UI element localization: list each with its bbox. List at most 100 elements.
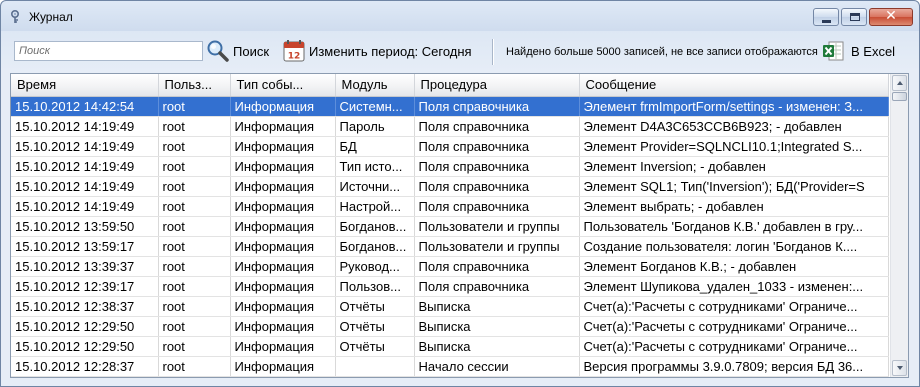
cell-user: root — [158, 276, 231, 297]
cell-type: Информация — [230, 276, 336, 297]
cell-message: Элемент выбрать; - добавлен — [579, 196, 889, 217]
search-input[interactable] — [14, 41, 203, 61]
table-row[interactable]: 15.10.2012 14:42:54 root Информация Сист… — [11, 96, 889, 117]
cell-module: Настрой... — [335, 196, 415, 217]
table-row[interactable]: 15.10.2012 13:59:50 root Информация Богд… — [11, 216, 889, 237]
column-header-module[interactable]: Модуль — [335, 74, 415, 97]
cell-message: Элемент Provider=SQLNCLI10.1;Integrated … — [579, 136, 889, 157]
column-header-user[interactable]: Польз... — [158, 74, 231, 97]
table-row[interactable]: 15.10.2012 12:39:17 root Информация Поль… — [11, 276, 889, 297]
table-row[interactable]: 15.10.2012 12:28:37 root Информация Нача… — [11, 356, 889, 377]
cell-time: 15.10.2012 14:19:49 — [11, 116, 159, 137]
cell-module: Отчёты — [335, 296, 415, 317]
table-row[interactable]: 15.10.2012 14:19:49 root Информация БД П… — [11, 136, 889, 157]
cell-user: root — [158, 116, 231, 137]
cell-type: Информация — [230, 316, 336, 337]
cell-time: 15.10.2012 12:29:50 — [11, 336, 159, 357]
cell-module: Отчёты — [335, 336, 415, 357]
cell-user: root — [158, 336, 231, 357]
cell-time: 15.10.2012 14:19:49 — [11, 136, 159, 157]
vertical-scrollbar[interactable] — [890, 74, 908, 377]
cell-type: Информация — [230, 236, 336, 257]
table-row[interactable]: 15.10.2012 14:19:49 root Информация Паро… — [11, 116, 889, 137]
window-title: Журнал — [29, 10, 73, 24]
arrow-down-icon — [897, 366, 903, 370]
cell-module: Источни... — [335, 176, 415, 197]
search-button[interactable]: Поиск — [206, 39, 269, 63]
cell-message: Элемент Inversion; - добавлен — [579, 156, 889, 177]
cell-message: Элемент SQL1; Тип('Inversion'); БД('Prov… — [579, 176, 889, 197]
window-controls: ✕ — [813, 8, 913, 26]
maximize-button[interactable] — [841, 8, 867, 26]
cell-message: Элемент Шупикова_удален_1033 - изменен:.… — [579, 276, 889, 297]
journal-grid[interactable]: Время Польз... Тип собы... Модуль Процед… — [10, 73, 909, 378]
journal-app-icon — [10, 9, 20, 23]
cell-user: root — [158, 96, 231, 117]
cell-time: 15.10.2012 14:42:54 — [11, 96, 159, 117]
table-row[interactable]: 15.10.2012 14:19:49 root Информация Тип … — [11, 156, 889, 177]
table-row[interactable]: 15.10.2012 13:59:17 root Информация Богд… — [11, 236, 889, 257]
cell-time: 15.10.2012 12:38:37 — [11, 296, 159, 317]
journal-table: Время Польз... Тип собы... Модуль Процед… — [11, 74, 889, 377]
maximize-icon — [850, 13, 860, 21]
cell-type: Информация — [230, 216, 336, 237]
cell-type: Информация — [230, 156, 336, 177]
change-period-button[interactable]: 12 Изменить период: Сегодня — [282, 39, 472, 63]
arrow-up-icon — [897, 81, 903, 85]
table-row[interactable]: 15.10.2012 12:29:50 root Информация Отчё… — [11, 336, 889, 357]
cell-message: Счет(а):'Расчеты с сотрудниками' Огранич… — [579, 336, 889, 357]
cell-user: root — [158, 176, 231, 197]
cell-procedure: Выписка — [414, 296, 580, 317]
close-icon: ✕ — [885, 8, 897, 24]
records-limit-notice: Найдено больше 5000 записей, не все запи… — [506, 46, 818, 58]
change-period-label: Изменить период: Сегодня — [309, 43, 472, 59]
cell-user: root — [158, 196, 231, 217]
table-row[interactable]: 15.10.2012 13:39:37 root Информация Руко… — [11, 256, 889, 277]
minimize-button[interactable] — [813, 8, 839, 26]
export-excel-button[interactable]: В Excel — [821, 39, 895, 63]
cell-type: Информация — [230, 356, 336, 377]
cell-procedure: Поля справочника — [414, 156, 580, 177]
cell-message: Элемент Богданов К.В.; - добавлен — [579, 256, 889, 277]
cell-type: Информация — [230, 256, 336, 277]
cell-procedure: Выписка — [414, 336, 580, 357]
cell-time: 15.10.2012 12:29:50 — [11, 316, 159, 337]
column-header-time[interactable]: Время — [11, 74, 159, 97]
cell-time: 15.10.2012 13:59:17 — [11, 236, 159, 257]
cell-user: root — [158, 296, 231, 317]
scroll-up-button[interactable] — [892, 75, 907, 91]
scroll-thumb[interactable] — [892, 92, 907, 101]
cell-module: Системн... — [335, 96, 415, 117]
scroll-down-button[interactable] — [892, 360, 907, 376]
cell-user: root — [158, 156, 231, 177]
table-row[interactable]: 15.10.2012 14:19:49 root Информация Наст… — [11, 196, 889, 217]
cell-type: Информация — [230, 116, 336, 137]
cell-procedure: Пользователи и группы — [414, 236, 580, 257]
close-button[interactable]: ✕ — [869, 8, 913, 26]
cell-user: root — [158, 316, 231, 337]
toolbar-separator — [492, 39, 494, 65]
journal-window: Журнал ✕ Поиск Поиск 12 Изменить период:… — [0, 0, 920, 387]
cell-procedure: Поля справочника — [414, 136, 580, 157]
cell-type: Информация — [230, 336, 336, 357]
table-row[interactable]: 15.10.2012 12:38:37 root Информация Отчё… — [11, 296, 889, 317]
cell-procedure: Начало сессии — [414, 356, 580, 377]
column-header-event-type[interactable]: Тип собы... — [230, 74, 336, 97]
column-header-procedure[interactable]: Процедура — [414, 74, 580, 97]
cell-time: 15.10.2012 14:19:49 — [11, 176, 159, 197]
cell-time: 15.10.2012 13:59:50 — [11, 216, 159, 237]
table-row[interactable]: 15.10.2012 14:19:49 root Информация Исто… — [11, 176, 889, 197]
cell-message: Счет(а):'Расчеты с сотрудниками' Огранич… — [579, 296, 889, 317]
cell-time: 15.10.2012 14:19:49 — [11, 196, 159, 217]
cell-procedure: Поля справочника — [414, 96, 580, 117]
table-row[interactable]: 15.10.2012 12:29:50 root Информация Отчё… — [11, 316, 889, 337]
cell-type: Информация — [230, 196, 336, 217]
cell-type: Информация — [230, 176, 336, 197]
search-button-label: Поиск — [233, 43, 270, 59]
calendar-icon: 12 — [283, 40, 305, 62]
cell-procedure: Поля справочника — [414, 176, 580, 197]
column-header-message[interactable]: Сообщение — [579, 74, 889, 97]
title-bar[interactable]: Журнал ✕ — [1, 1, 919, 31]
cell-procedure: Поля справочника — [414, 256, 580, 277]
cell-user: root — [158, 236, 231, 257]
